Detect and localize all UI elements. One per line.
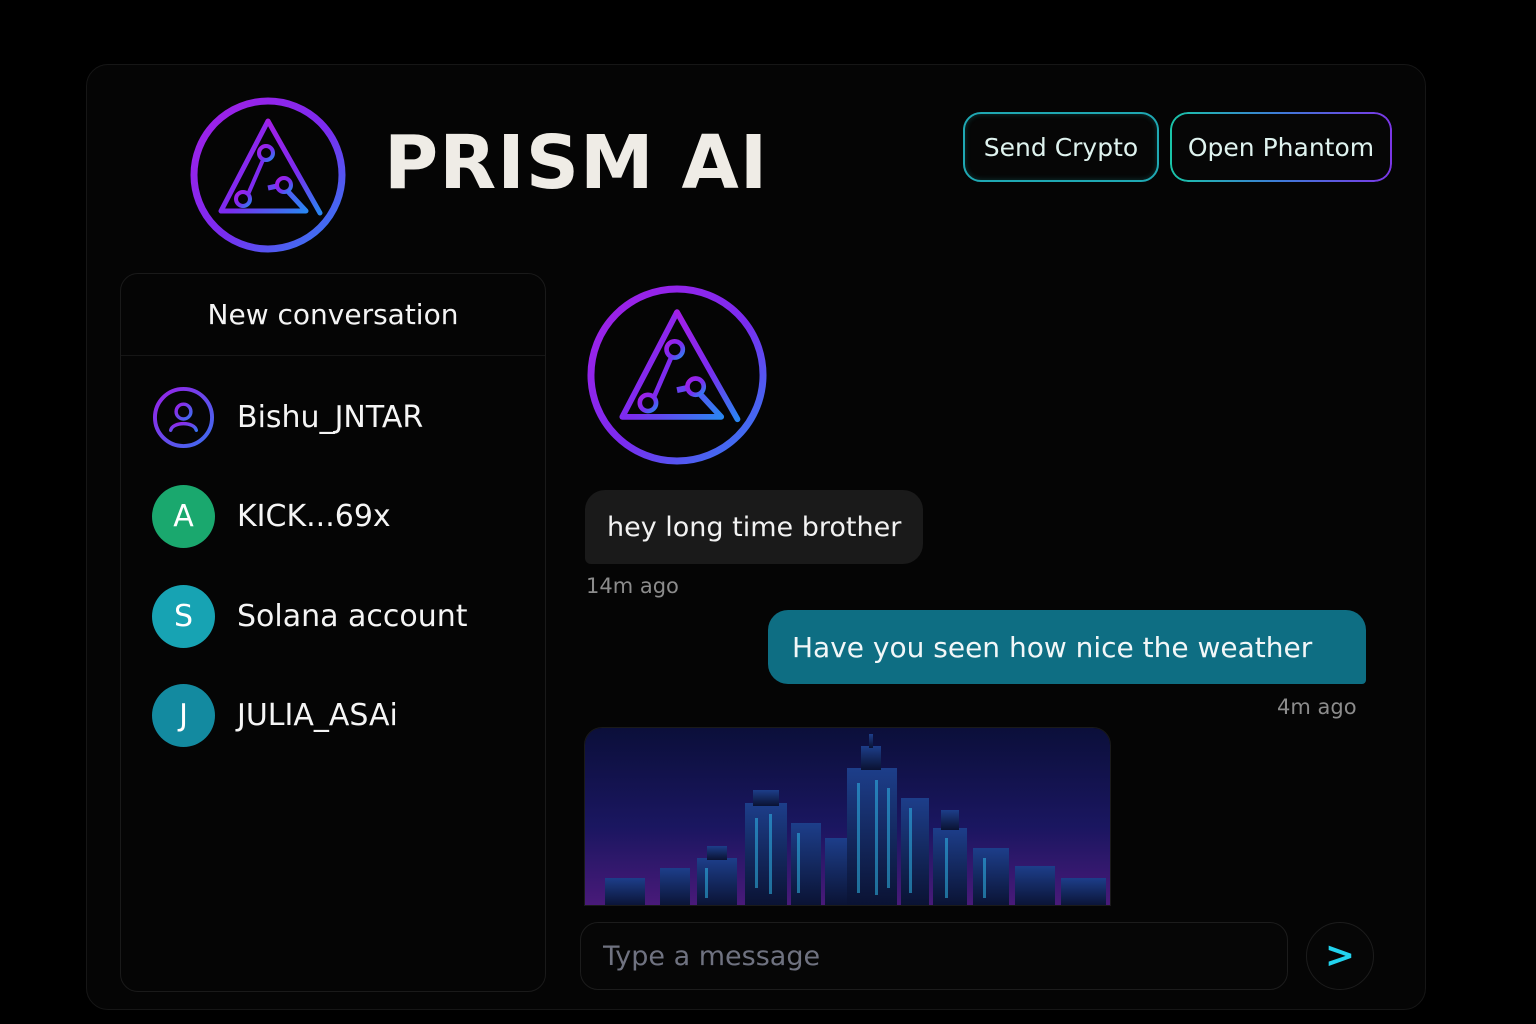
contact-item-kick[interactable]: A KICK...69x: [152, 484, 391, 548]
contact-name: Bishu_JNTAR: [237, 399, 424, 435]
conversation-sidebar: New conversation Bishu_JNTAR A KICK...69…: [120, 273, 546, 992]
send-arrow-icon: >: [1324, 935, 1356, 976]
open-phantom-label: Open Phantom: [1187, 132, 1375, 162]
send-crypto-button[interactable]: Send Crypto: [963, 112, 1159, 182]
contact-item-julia[interactable]: J JULIA_ASAi: [152, 683, 398, 747]
avatar: J: [152, 683, 215, 747]
new-conversation-button[interactable]: New conversation: [121, 274, 545, 356]
image-message[interactable]: [584, 727, 1111, 906]
avatar: A: [152, 484, 215, 548]
app-title: PRISM AI: [384, 120, 769, 206]
user-icon: [152, 386, 215, 448]
contact-item-bishu[interactable]: Bishu_JNTAR: [152, 385, 423, 449]
contact-item-solana[interactable]: S Solana account: [152, 584, 468, 648]
incoming-message-bubble: hey long time brother: [585, 490, 924, 564]
message-text: hey long time brother: [607, 511, 902, 543]
send-button[interactable]: >: [1306, 922, 1374, 990]
contact-name: KICK...69x: [237, 498, 391, 534]
message-timestamp: 4m ago: [1277, 695, 1357, 719]
contact-name: JULIA_ASAi: [237, 697, 398, 733]
contact-name: Solana account: [237, 598, 468, 634]
city-skyline-image: [585, 728, 1110, 905]
prism-logo-icon: [190, 97, 346, 253]
message-input[interactable]: [581, 923, 1287, 989]
avatar: S: [152, 584, 215, 648]
bot-avatar-icon: [587, 285, 767, 465]
message-text: Have you seen how nice the weather: [792, 630, 1313, 664]
message-composer: [580, 922, 1288, 990]
outgoing-message-bubble: Have you seen how nice the weather: [768, 610, 1366, 684]
open-phantom-button[interactable]: Open Phantom: [1170, 112, 1392, 182]
message-timestamp: 14m ago: [586, 574, 679, 598]
